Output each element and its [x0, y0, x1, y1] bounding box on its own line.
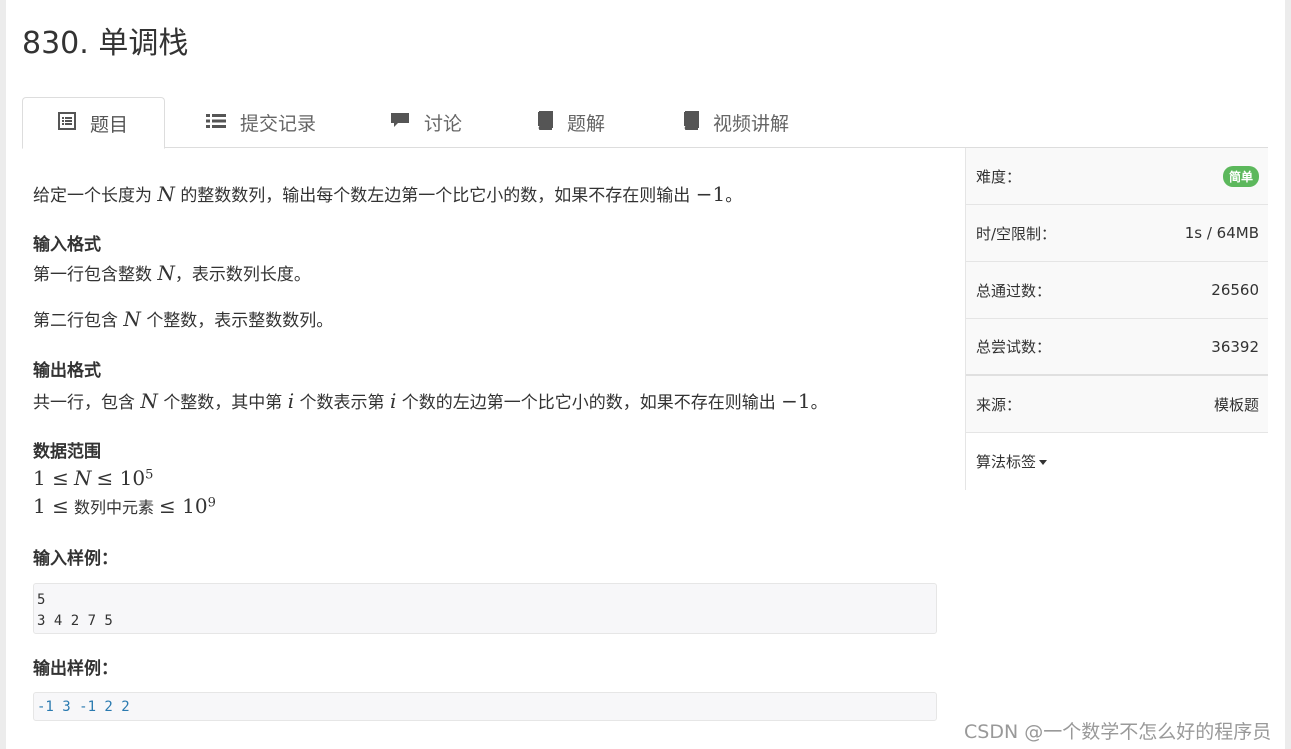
- list-icon: [206, 112, 226, 134]
- problem-info-sidebar: 难度： 简单 时/空限制： 1s / 64MB 总通过数： 26560 总尝试数…: [965, 148, 1268, 490]
- tags-row[interactable]: 算法标签: [966, 433, 1268, 490]
- output-format-heading: 输出格式: [33, 361, 101, 381]
- input-line-2: 第二行包含 N 个整数，表示整数数列。: [33, 307, 334, 331]
- tab-video-label: 视频讲解: [713, 113, 790, 135]
- limit-value: 1s / 64MB: [1184, 224, 1259, 242]
- sample-output-heading: 输出样例：: [33, 659, 118, 679]
- source-value[interactable]: 模板题: [1214, 394, 1259, 415]
- source-label: 来源：: [976, 395, 1022, 414]
- tried-row: 总尝试数： 36392: [966, 319, 1268, 376]
- tab-discussion-label: 讨论: [424, 113, 463, 135]
- tab-problem-label: 题目: [90, 113, 129, 136]
- caret-down-icon: [1039, 460, 1048, 465]
- tab-video[interactable]: 视频讲解: [682, 97, 789, 148]
- passed-label: 总通过数：: [976, 281, 1052, 300]
- limit-label: 时/空限制：: [976, 224, 1057, 243]
- tags-dropdown[interactable]: 算法标签: [976, 451, 1048, 472]
- difficulty-row: 难度： 简单: [966, 148, 1268, 205]
- tab-problem[interactable]: 题目: [22, 97, 165, 149]
- page-title: 830. 单调栈: [22, 26, 189, 61]
- passed-value: 26560: [1211, 281, 1259, 299]
- problem-card: 830. 单调栈 题目 提交记录 讨论 题解 视频讲解 给定一个长度为 N 的整…: [6, 0, 1285, 749]
- input-format-heading: 输入格式: [33, 235, 101, 255]
- input-line-1: 第一行包含整数 N，表示数列长度。: [33, 261, 311, 285]
- passed-row: 总通过数： 26560: [966, 262, 1268, 319]
- tried-value: 36392: [1211, 337, 1259, 356]
- book-icon: [536, 110, 553, 135]
- sample-output-block[interactable]: -1 3 -1 2 2: [33, 692, 937, 721]
- tab-solutions-label: 题解: [567, 113, 606, 135]
- tab-submissions[interactable]: 提交记录: [206, 97, 316, 148]
- tab-bar: 题目 提交记录 讨论 题解 视频讲解: [22, 97, 1268, 149]
- comment-icon: [390, 111, 410, 134]
- range-line-2: 1 ≤ 数列中元素 ≤ 109: [33, 494, 216, 518]
- tab-solutions[interactable]: 题解: [536, 97, 605, 148]
- difficulty-label: 难度：: [976, 167, 1022, 186]
- list-alt-icon: [58, 111, 76, 135]
- book-icon: [682, 110, 699, 135]
- tab-submissions-label: 提交记录: [240, 113, 317, 135]
- difficulty-badge: 简单: [1222, 165, 1259, 187]
- intro-text: 给定一个长度为 N 的整数数列，输出每个数左边第一个比它小的数，如果不存在则输出…: [33, 182, 743, 206]
- tried-label: 总尝试数：: [976, 338, 1052, 356]
- sample-input-block[interactable]: 5 3 4 2 7 5: [33, 583, 937, 634]
- limit-row: 时/空限制： 1s / 64MB: [966, 205, 1268, 262]
- tab-discussion[interactable]: 讨论: [390, 97, 462, 148]
- watermark: CSDN @一个数学不怎么好的程序员: [964, 721, 1272, 743]
- output-line: 共一行，包含 N 个整数，其中第 i 个数表示第 i 个数的左边第一个比它小的数…: [33, 389, 828, 413]
- range-line-1: 1 ≤ N ≤ 105: [33, 466, 154, 490]
- source-row: 来源： 模板题: [966, 376, 1268, 433]
- sample-input-heading: 输入样例：: [33, 549, 118, 569]
- range-heading: 数据范围: [33, 442, 101, 462]
